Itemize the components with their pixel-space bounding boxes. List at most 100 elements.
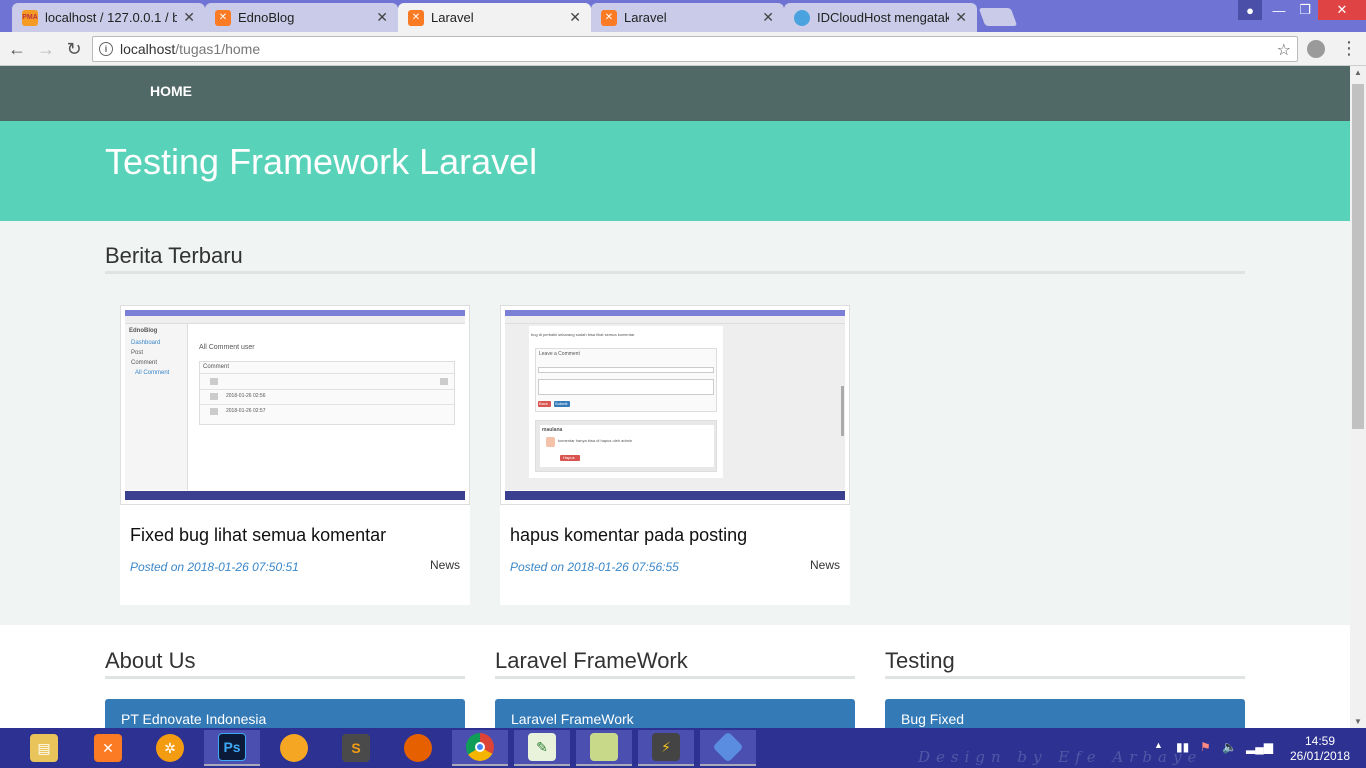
box-label: Bug Fixed [901,711,965,727]
clock-date: 26/01/2018 [1289,749,1351,763]
mini-row-line [200,389,454,390]
mini-scrollbar [841,386,844,436]
mini-form-title: Leave a Comment [539,351,580,357]
scroll-thumb[interactable] [1352,84,1364,429]
new-tab-button[interactable] [978,8,1018,26]
post-card[interactable]: bug di perbaiki sekarang sudah bisa liha… [500,305,850,605]
user-profile-icon[interactable]: ● [1238,0,1262,20]
tab-label: IDCloudHost mengataka [817,10,950,25]
browser-toolbar: ← → ↻ i localhost/tugas1/home ☆ ⋮ [0,32,1366,66]
taskbar-photoshop[interactable]: Ps [204,730,260,766]
hero-banner: Testing Framework Laravel [0,121,1350,221]
close-icon[interactable]: ✕ [183,9,195,26]
close-icon[interactable]: ✕ [376,9,388,26]
system-clock[interactable]: 14:59 26/01/2018 [1284,734,1356,764]
firefox-icon [404,734,432,762]
extension-icon[interactable] [1307,40,1325,58]
mini-date: 2018-01-26 02:56 [226,393,266,399]
mini-submit-label: Submit [555,401,568,406]
testing-heading: Testing [885,648,955,673]
taskbar-helm[interactable]: ✲ [142,730,198,766]
tab-ednoblog[interactable]: ✕ EdnoBlog ✕ [205,3,398,32]
post-card[interactable]: EdnoBlog Dashboard Post Comment All Comm… [120,305,470,605]
nav-home-link[interactable]: HOME [150,83,192,99]
xampp-icon: ✕ [215,9,231,26]
taskbar-git[interactable] [700,730,756,766]
back-arrow-icon[interactable]: ← [6,38,28,60]
post-thumbnail[interactable]: EdnoBlog Dashboard Post Comment All Comm… [120,305,470,505]
mini-comment-form: Leave a Comment Back Submit [535,348,717,412]
close-icon[interactable]: ✕ [955,9,967,26]
taskbar-winamp[interactable]: ⚡ [638,730,694,766]
post-date: Posted on 2018-01-26 07:50:51 [130,560,299,574]
notepad-icon: ✎ [528,733,556,761]
address-bar[interactable]: i localhost/tugas1/home ☆ [92,36,1298,62]
reload-icon[interactable]: ↻ [63,38,85,60]
windows-taskbar: ▤ ✕ ✲ Ps S ✎ ⚡ ▲ ▮▮ ⚑ 🔈 ▂▄▆ 14:59 26/01/… [0,728,1366,768]
mini-textarea [538,379,714,395]
url-text[interactable]: localhost/tugas1/home [120,41,260,57]
tab-laravel[interactable]: ✕ Laravel ✕ [591,3,784,32]
tab-idcloudhost[interactable]: IDCloudHost mengataka ✕ [784,3,977,32]
xampp-icon: ✕ [94,734,122,762]
mini-avatar [210,408,218,415]
xampp-icon: ✕ [408,9,424,26]
page-scrollbar[interactable]: ▲ ▼ [1350,66,1366,728]
clock-time: 14:59 [1304,734,1336,748]
post-category[interactable]: News [430,558,460,572]
mini-avatar [546,437,555,447]
about-us-heading: About Us [105,648,196,673]
tab-laravel-active[interactable]: ✕ Laravel ✕ [398,3,591,32]
mini-delete-label: Hapus [563,455,575,460]
heading-divider [105,676,465,679]
minimize-icon[interactable]: — [1266,0,1292,20]
post-thumbnail[interactable]: bug di perbaiki sekarang sudah bisa liha… [500,305,850,505]
scroll-down-icon[interactable]: ▼ [1354,717,1362,726]
mini-back-button: Back [538,401,551,407]
maximize-icon[interactable]: ❐ [1292,0,1318,20]
mini-date: 2018-01-26 02:57 [226,408,266,414]
about-us-box[interactable]: PT Ednovate Indonesia [105,699,465,728]
tab-label: localhost / 127.0.0.1 / blo [45,10,178,25]
window-close-icon[interactable]: ✕ [1318,0,1366,20]
post-title[interactable]: hapus komentar pada posting [510,525,747,546]
mini-heading: All Comment user [199,344,255,351]
scroll-up-icon[interactable]: ▲ [1354,68,1362,77]
testing-box[interactable]: Bug Fixed [885,699,1245,728]
volume-icon[interactable]: 🔈 [1222,740,1237,754]
taskbar-orange-app[interactable] [266,730,322,766]
taskbar-sublime[interactable]: S [328,730,384,766]
post-date: Posted on 2018-01-26 07:56:55 [510,560,679,574]
file-explorer-icon: ▤ [30,734,58,762]
tab-label: Laravel [431,10,474,25]
taskbar-notepad[interactable]: ✎ [514,730,570,766]
laravel-box[interactable]: Laravel FrameWork [495,699,855,728]
bookmark-star-icon[interactable]: ☆ [1277,40,1291,60]
mini-comment-text: komentar hanya bisa di hapus oleh admin [558,438,633,443]
mini-side-item: Comment [131,360,158,366]
mini-comment-inner: maulana komentar hanya bisa di hapus ole… [540,425,714,467]
tab-label: Laravel [624,10,667,25]
taskbar-file-explorer[interactable]: ▤ [16,730,72,766]
site-navbar: HOME [0,66,1350,121]
info-icon[interactable]: i [99,42,113,56]
taskbar-chrome[interactable] [452,730,508,766]
mini-comment-box: maulana komentar hanya bisa di hapus ole… [535,420,717,472]
taskbar-xampp[interactable]: ✕ [80,730,136,766]
wifi-signal-icon[interactable]: ▂▄▆ [1246,740,1273,754]
mini-side-item: Dashboard [131,340,161,346]
taskbar-firefox[interactable] [390,730,446,766]
close-icon[interactable]: ✕ [569,9,581,26]
latest-news-heading: Berita Terbaru [105,243,243,268]
heading-divider [495,676,855,679]
post-title[interactable]: Fixed bug lihat semua komentar [130,525,386,546]
mini-sidebar: EdnoBlog Dashboard Post Comment All Comm… [125,324,188,490]
xampp-icon: ✕ [601,9,617,26]
folder-icon [590,733,618,761]
tab-phpmyadmin[interactable]: PMA localhost / 127.0.0.1 / blo ✕ [12,3,205,32]
taskbar-folder[interactable] [576,730,632,766]
kebab-menu-icon[interactable]: ⋮ [1340,38,1358,59]
post-category[interactable]: News [810,558,840,572]
forward-arrow-icon[interactable]: → [35,38,57,60]
close-icon[interactable]: ✕ [762,9,774,26]
